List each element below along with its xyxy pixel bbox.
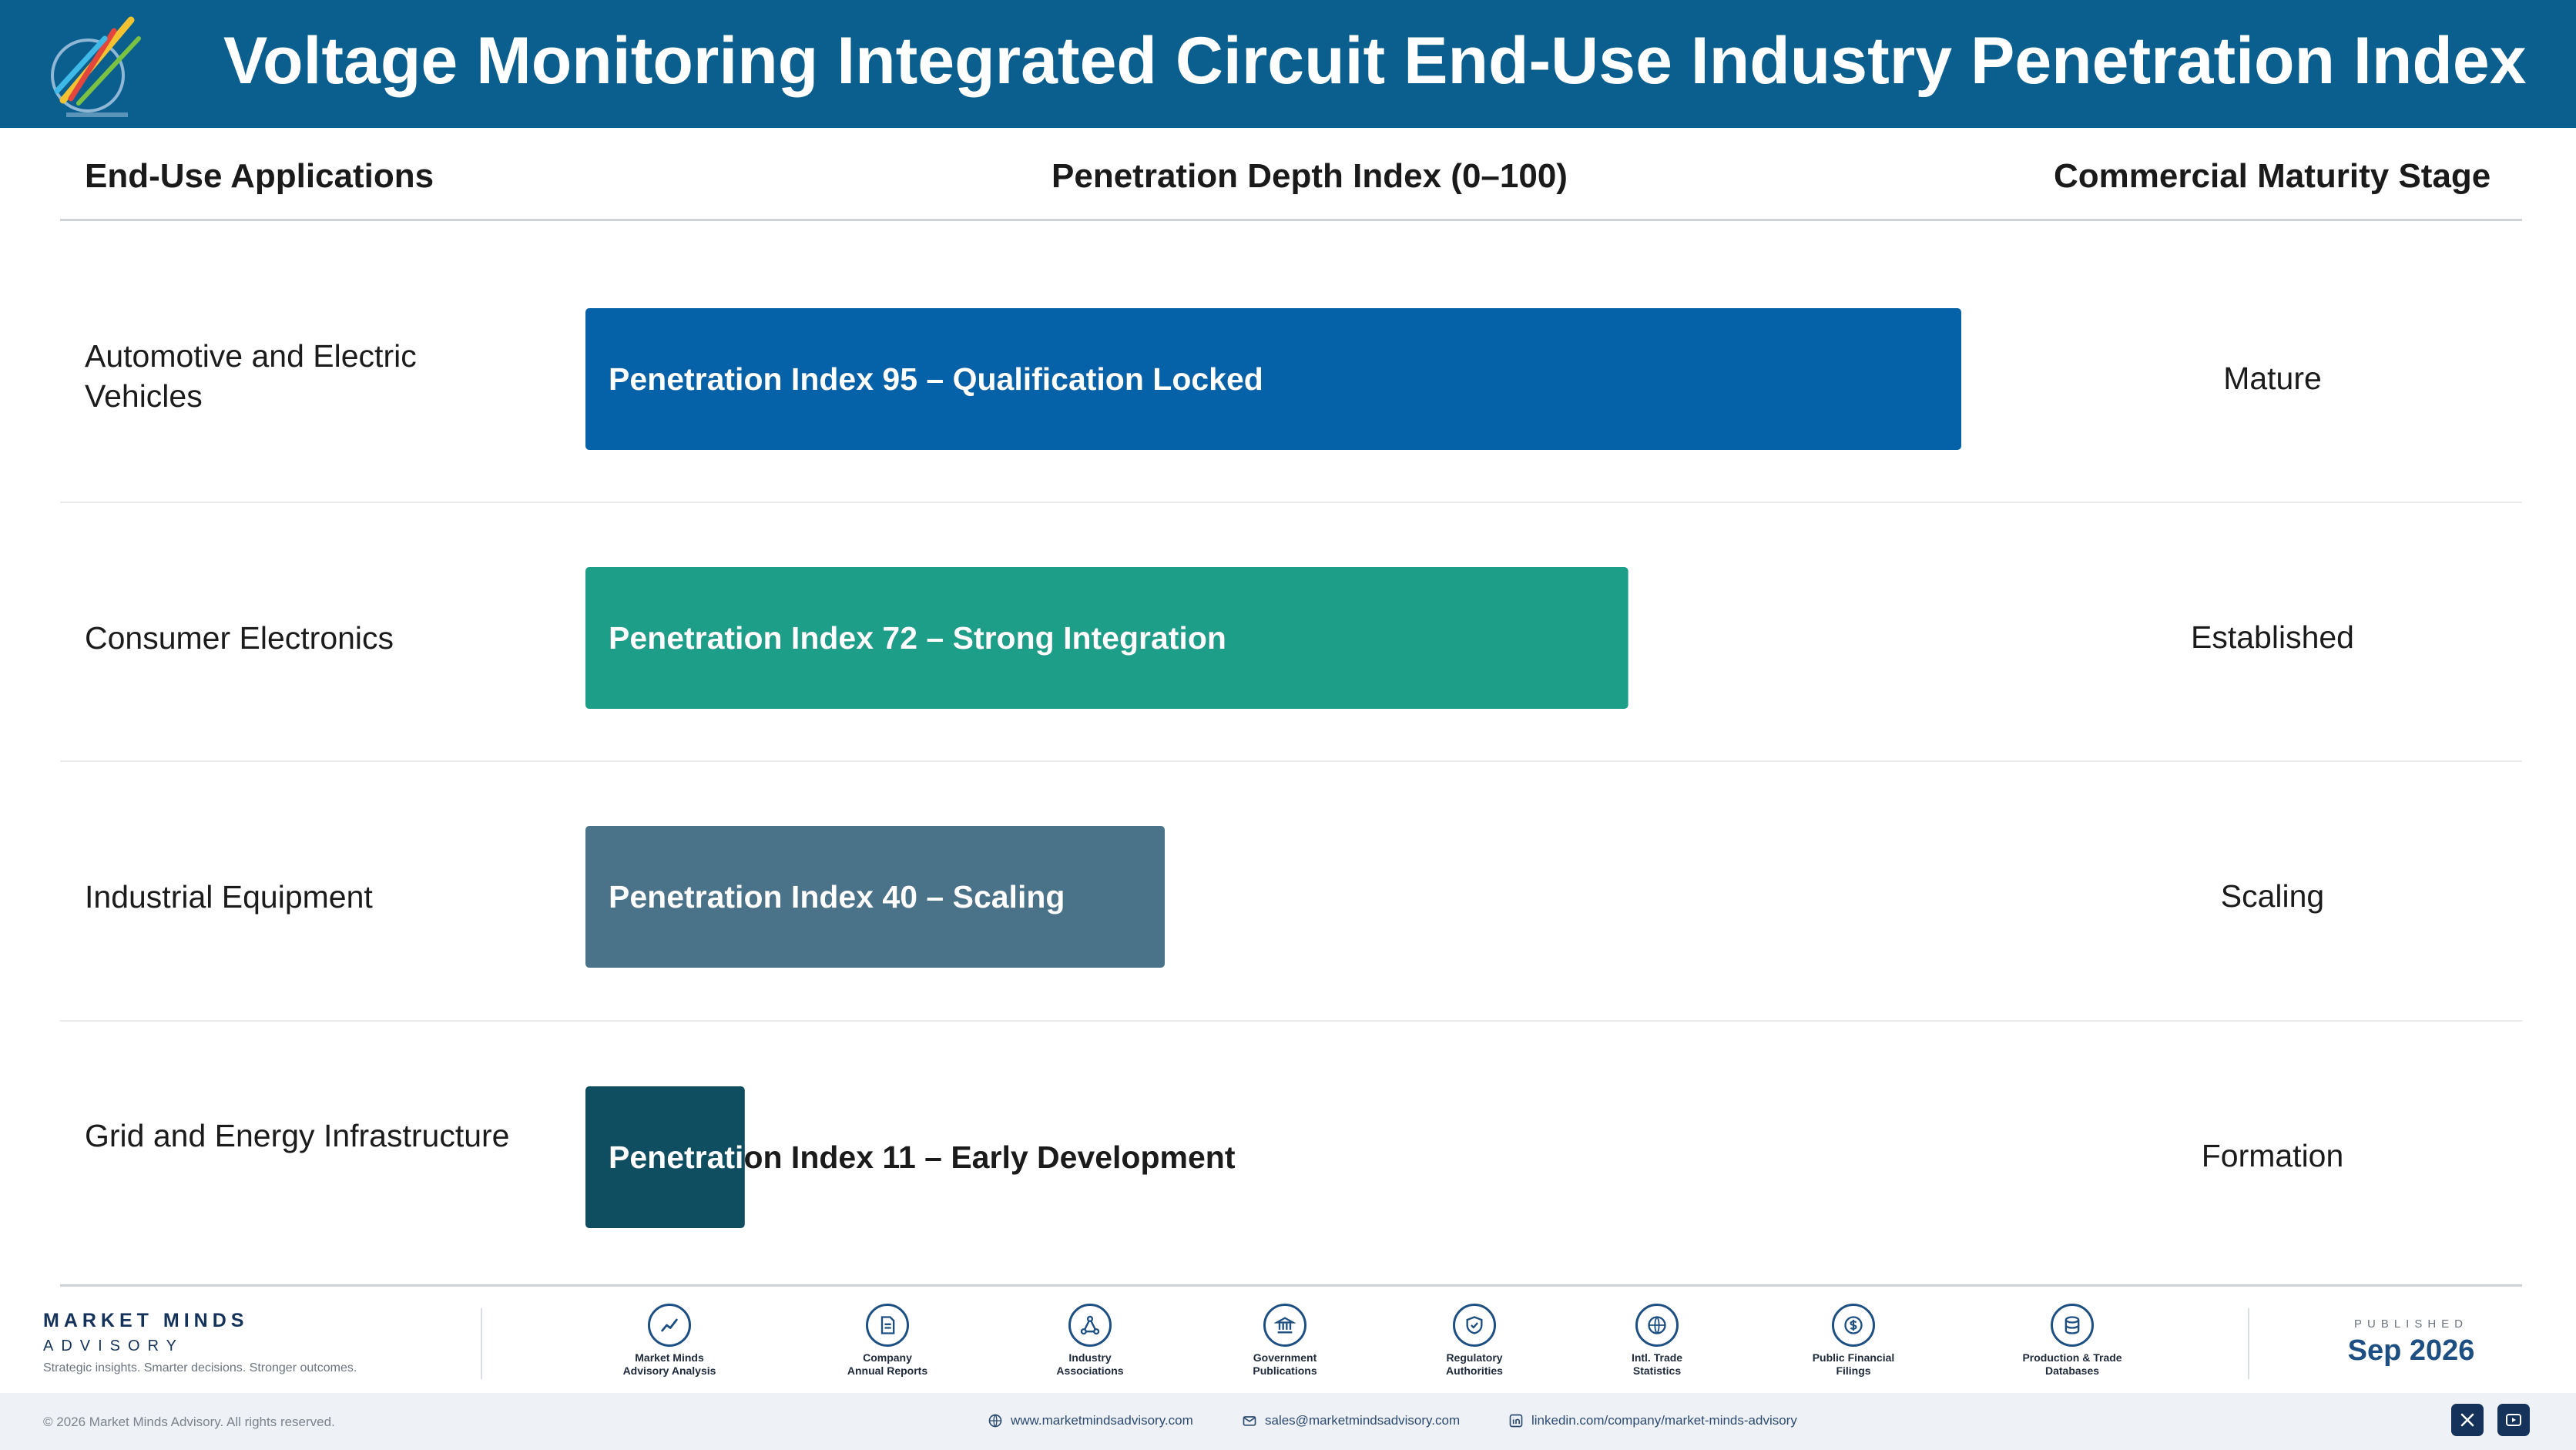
- row-stage-automotive: Mature: [2223, 361, 2322, 396]
- source-item: Production & Trade Databases: [2003, 1304, 2142, 1378]
- bar-4: [585, 1086, 745, 1228]
- published-date: Sep 2026: [2347, 1334, 2475, 1367]
- source-label: Regulatory Authorities: [1446, 1351, 1503, 1377]
- page-title: Voltage Monitoring Integrated Circuit En…: [223, 24, 2527, 98]
- source-label: Government Publications: [1253, 1351, 1317, 1377]
- source-item: Market Minds Advisory Analysis: [600, 1304, 739, 1378]
- row-stage-consumer: Established: [2191, 619, 2354, 655]
- website-link[interactable]: www.marketmindsadvisory.com: [988, 1413, 1193, 1428]
- published-caption: PUBLISHED: [2353, 1317, 2469, 1331]
- source-item: Industry Associations: [1021, 1304, 1159, 1378]
- source-item: Government Publications: [1216, 1304, 1354, 1378]
- source-label: Company Annual Reports: [847, 1351, 928, 1377]
- email-link[interactable]: sales@marketmindsadvisory.com: [1242, 1413, 1460, 1428]
- bar-1: [585, 308, 1961, 450]
- shield-icon: [1453, 1304, 1496, 1347]
- column-header-applications: End-Use Applications: [85, 157, 434, 195]
- bar-3: [585, 826, 1165, 968]
- column-header-depth: Penetration Depth Index (0–100): [1052, 157, 1568, 195]
- youtube-social-button[interactable]: [2497, 1404, 2530, 1436]
- bar-label-overlay-1: Penetration Index 95 – Qualification Loc…: [609, 361, 1263, 397]
- footer-separator: [481, 1308, 482, 1379]
- website-text: www.marketmindsadvisory.com: [1011, 1413, 1193, 1428]
- x-icon: [2460, 1413, 2474, 1427]
- column-header-stage: Commercial Maturity Stage: [2054, 157, 2491, 195]
- play-icon: [2506, 1414, 2521, 1426]
- bank-icon: [1263, 1304, 1306, 1347]
- globe-icon: [1635, 1304, 1679, 1347]
- logo-icon: [51, 16, 141, 117]
- header-divider: [60, 219, 2522, 221]
- bar-label-1: Penetration Index 95 – Qualification Loc…: [609, 361, 1263, 397]
- dollar-icon: [1832, 1304, 1875, 1347]
- bar-label-4: Penetration Index 11 – Early Development: [609, 1140, 1236, 1175]
- bar-label-overlay-2: Penetration Index 72 – Strong Integratio…: [609, 620, 1226, 656]
- row-divider: [60, 1020, 2522, 1022]
- source-label: Intl. Trade Statistics: [1631, 1351, 1683, 1377]
- chart-line-icon: [648, 1304, 691, 1347]
- penetration-bar-chart: Penetration Index 95 – Qualification Loc…: [585, 308, 1961, 1228]
- row-label-consumer: Consumer Electronics: [85, 620, 394, 656]
- copyright-text: © 2026 Market Minds Advisory. All rights…: [43, 1415, 335, 1429]
- source-label: Industry Associations: [1056, 1351, 1124, 1377]
- source-item: Regulatory Authorities: [1405, 1304, 1544, 1378]
- linkedin-link[interactable]: linkedin.com/company/market-minds-adviso…: [1508, 1413, 1797, 1428]
- row-label-industrial: Industrial Equipment: [85, 879, 373, 915]
- bar-label-3: Penetration Index 40 – Scaling: [609, 879, 1065, 915]
- database-icon: [2051, 1304, 2094, 1347]
- brand-name: MARKET MINDS: [43, 1310, 249, 1331]
- row-stage-grid: Formation: [2201, 1138, 2344, 1173]
- document-icon: [866, 1304, 909, 1347]
- footer-divider: [60, 1284, 2522, 1287]
- row-label-automotive: Automotive and Electric Vehicles: [85, 338, 417, 414]
- brand-tagline: Strategic insights. Smarter decisions. S…: [43, 1361, 357, 1374]
- bar-label-2: Penetration Index 72 – Strong Integratio…: [609, 620, 1226, 656]
- x-social-button[interactable]: [2451, 1404, 2484, 1436]
- bar-label-overlay-3: Penetration Index 40 – Scaling: [609, 879, 1065, 915]
- bar-2: [585, 567, 1628, 709]
- source-label: Public Financial Filings: [1812, 1351, 1895, 1377]
- footer-separator: [2248, 1308, 2249, 1379]
- row-label-grid: Grid and Energy Infrastructure: [85, 1118, 510, 1153]
- source-item: Intl. Trade Statistics: [1588, 1304, 1726, 1378]
- row-divider: [60, 502, 2522, 503]
- brand-subtitle: ADVISORY: [43, 1338, 184, 1354]
- mail-icon: [1243, 1416, 1256, 1426]
- linkedin-text: linkedin.com/company/market-minds-adviso…: [1531, 1413, 1797, 1428]
- bar-label-overlay-4: Penetration Index 11 – Early Development: [609, 1140, 1236, 1175]
- network-icon: [1068, 1304, 1112, 1347]
- row-divider: [60, 760, 2522, 762]
- email-text: sales@marketmindsadvisory.com: [1265, 1413, 1461, 1428]
- header-bar: Voltage Monitoring Integrated Circuit En…: [0, 0, 2576, 128]
- globe-icon: [988, 1414, 1002, 1428]
- linkedin-icon: [1509, 1414, 1523, 1428]
- source-label: Production & Trade Databases: [2022, 1351, 2122, 1377]
- source-item: Company Annual Reports: [818, 1304, 957, 1378]
- source-label: Market Minds Advisory Analysis: [622, 1351, 716, 1377]
- source-item: Public Financial Filings: [1784, 1304, 1923, 1378]
- row-stage-industrial: Scaling: [2220, 878, 2325, 914]
